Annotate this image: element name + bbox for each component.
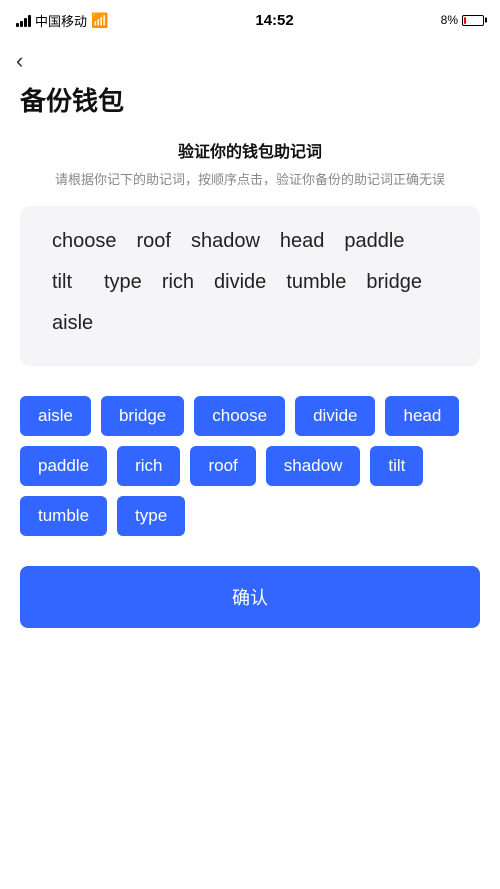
signal-icon [16,13,31,27]
word-chip[interactable]: aisle [20,396,91,436]
confirm-button[interactable]: 确认 [20,566,480,628]
display-word: choose [44,226,125,257]
status-time: 14:52 [255,12,293,29]
word-display-box: chooseroofshadowheadpaddle tilttyperichdi… [20,206,480,366]
word-chip[interactable]: shadow [266,446,361,486]
battery-icon [462,15,484,26]
page-title: 备份钱包 [0,77,500,138]
status-left: 中国移动 📶 [16,11,108,30]
word-chip[interactable]: choose [194,396,285,436]
display-word: head [272,226,333,257]
chips-area: aislebridgechoosedividehead paddlerichroo… [0,386,500,546]
back-button[interactable]: ‹ [0,40,500,77]
display-word: roof [129,226,179,257]
display-word: shadow [183,226,268,257]
word-chip[interactable]: bridge [101,396,184,436]
word-chip[interactable]: roof [190,446,255,486]
status-bar: 中国移动 📶 14:52 8% [0,0,500,40]
display-word: type [96,267,150,298]
word-chip[interactable]: divide [295,396,375,436]
word-chip[interactable]: tumble [20,496,107,536]
section-desc: 请根据你记下的助记词，按顺序点击，验证你备份的助记词正确无误 [0,170,500,190]
carrier-label: 中国移动 [35,11,87,30]
display-word: bridge [358,267,430,298]
word-chip[interactable]: type [117,496,185,536]
status-right: 8% [441,13,484,27]
display-word: paddle [336,226,412,257]
display-word: divide [206,267,274,298]
display-word: rich [154,267,202,298]
word-chip[interactable]: paddle [20,446,107,486]
word-chip[interactable]: rich [117,446,180,486]
wifi-icon: 📶 [91,12,108,29]
section-heading: 验证你的钱包助记词 [0,138,500,162]
word-box-inner: chooseroofshadowheadpaddle tilttyperichdi… [44,226,456,339]
word-chip[interactable]: head [385,396,459,436]
back-arrow-icon: ‹ [16,48,23,73]
display-word: aisle [44,308,101,339]
word-chip[interactable]: tilt [370,446,423,486]
display-word: tumble [278,267,354,298]
confirm-button-wrap: 确认 [0,546,500,658]
battery-pct-label: 8% [441,13,458,27]
display-word: tilt [44,267,92,298]
